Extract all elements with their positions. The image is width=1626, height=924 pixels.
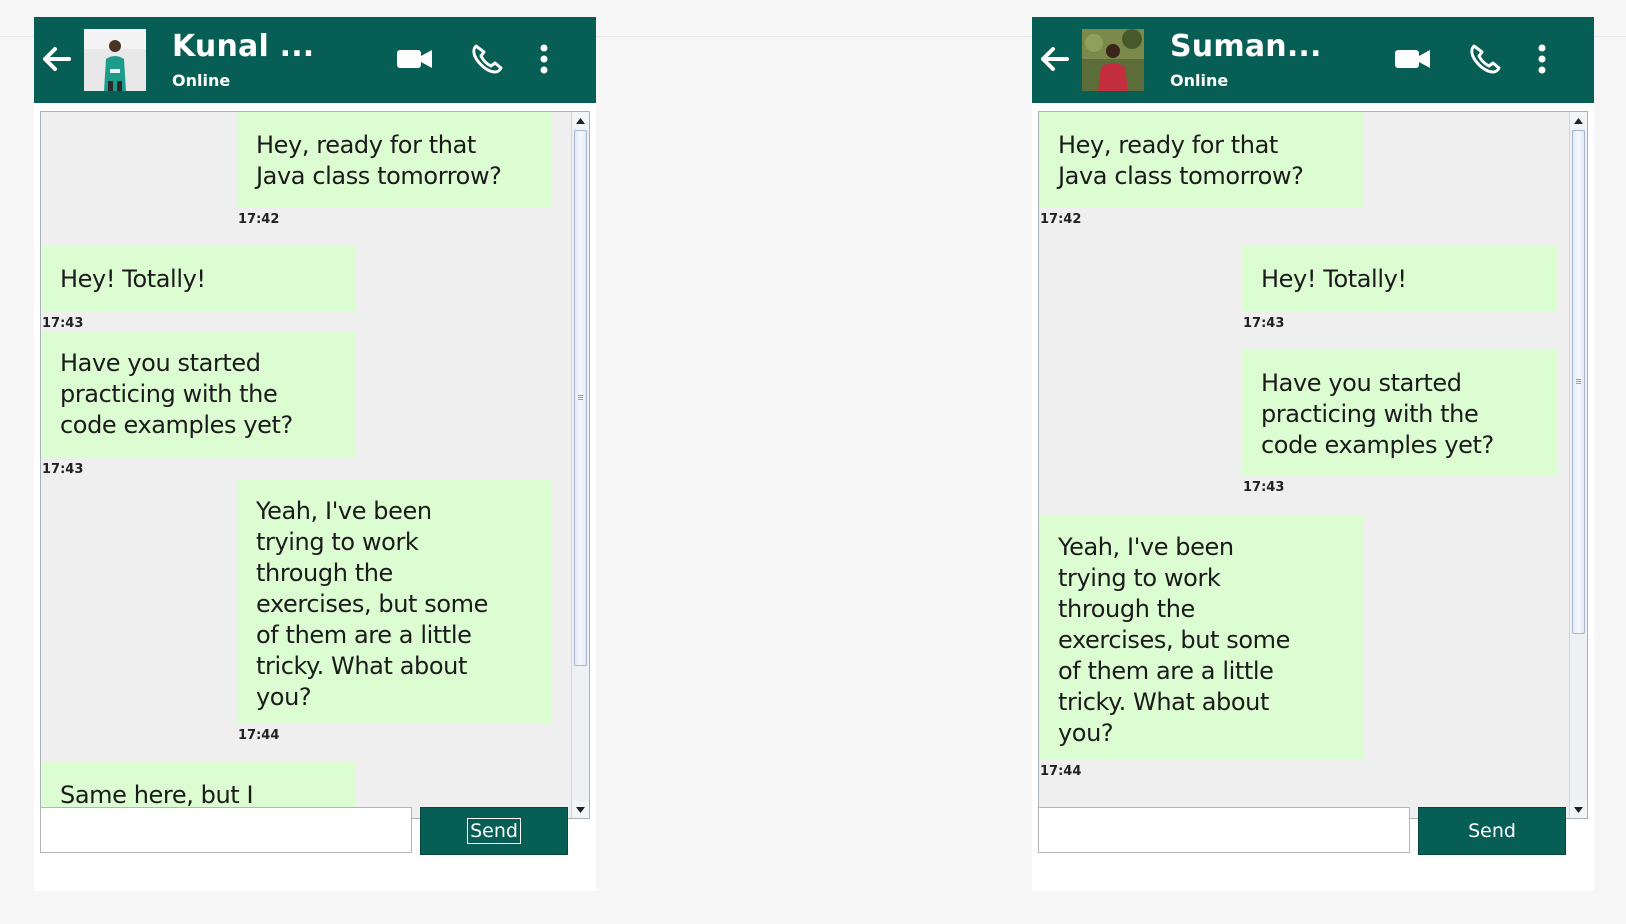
message-time: 17:44 — [238, 728, 280, 743]
message-text: Have you started practicing with the code … — [60, 349, 293, 439]
chat-header: Suman... Online — [1032, 17, 1594, 103]
message-input[interactable] — [1038, 807, 1410, 853]
scrollbar[interactable] — [571, 112, 589, 818]
message-received: Hey, ready for that Java class tomorrow? … — [1039, 112, 1363, 227]
chat-header: Kunal ... Online — [34, 17, 596, 103]
avatar[interactable] — [1082, 29, 1144, 91]
message-bubble: Hey! Totally! — [1242, 246, 1558, 312]
message-received: Hey! Totally! 17:43 — [41, 246, 355, 331]
send-button-label: Send — [467, 818, 521, 844]
message-received: Yeah, I've been trying to work through the… — [1039, 515, 1363, 779]
phone-icon[interactable] — [1468, 41, 1502, 77]
message-time: 17:43 — [42, 462, 84, 477]
contact-name: Kunal ... — [172, 29, 315, 64]
message-text: Yeah, I've been trying to work through the… — [256, 497, 489, 711]
message-bubble: Have you started practicing with the code … — [41, 332, 355, 458]
scroll-up-arrow-icon[interactable] — [1570, 112, 1587, 129]
message-bubble: Hey, ready for that Java class tomorrow? — [1039, 112, 1363, 208]
message-bubble: Hey, ready for that Java class tomorrow? — [237, 112, 551, 208]
message-sent: Yeah, I've been trying to work through the… — [237, 479, 551, 743]
message-list[interactable]: Hey, ready for that Java class tomorrow? … — [1038, 111, 1588, 819]
send-button-label: Send — [1468, 820, 1516, 842]
more-vertical-icon[interactable] — [1534, 41, 1550, 77]
back-arrow-icon[interactable] — [42, 44, 72, 74]
message-received: Have you started practicing with the code … — [41, 332, 355, 477]
scrollbar-thumb[interactable] — [574, 130, 587, 666]
message-time: 17:42 — [1040, 212, 1082, 227]
avatar[interactable] — [84, 29, 146, 91]
video-camera-icon[interactable] — [1394, 41, 1432, 77]
message-time: 17:44 — [1040, 764, 1082, 779]
scroll-up-arrow-icon[interactable] — [572, 112, 589, 129]
message-time: 17:42 — [238, 212, 280, 227]
back-arrow-icon[interactable] — [1040, 44, 1070, 74]
contact-status: Online — [1170, 71, 1229, 90]
message-time: 17:43 — [42, 316, 84, 331]
chat-window-left: Kunal ... Online Hey, ready for that Java… — [34, 17, 596, 891]
more-vertical-icon[interactable] — [536, 41, 552, 77]
message-text: Hey, ready for that Java class tomorrow? — [256, 131, 502, 190]
contact-status: Online — [172, 71, 231, 90]
contact-name: Suman... — [1170, 29, 1322, 64]
message-bubble: Yeah, I've been trying to work through the… — [1039, 515, 1363, 760]
message-text: Yeah, I've been trying to work through the… — [1058, 533, 1291, 747]
message-bubble: Have you started practicing with the code … — [1242, 350, 1558, 476]
message-bubble: Hey! Totally! — [41, 246, 355, 312]
message-sent: Hey! Totally! 17:43 — [1242, 246, 1558, 331]
message-text: Have you started practicing with the code … — [1261, 369, 1494, 459]
message-bubble: Yeah, I've been trying to work through the… — [237, 479, 551, 724]
message-list[interactable]: Hey, ready for that Java class tomorrow? … — [40, 111, 590, 819]
scroll-down-arrow-icon[interactable] — [1570, 801, 1587, 818]
message-text: Same here, but I — [60, 781, 254, 809]
message-input[interactable] — [40, 807, 412, 853]
send-button[interactable]: Send — [420, 807, 568, 855]
message-sent: Hey, ready for that Java class tomorrow? … — [237, 112, 551, 227]
message-text: Hey! Totally! — [60, 265, 206, 293]
send-button[interactable]: Send — [1418, 807, 1566, 855]
scrollbar[interactable] — [1569, 112, 1587, 818]
message-time: 17:43 — [1243, 316, 1285, 331]
phone-icon[interactable] — [470, 41, 504, 77]
message-time: 17:43 — [1243, 480, 1285, 495]
video-camera-icon[interactable] — [396, 41, 434, 77]
scroll-down-arrow-icon[interactable] — [572, 801, 589, 818]
message-text: Hey, ready for that Java class tomorrow? — [1058, 131, 1304, 190]
message-text: Hey! Totally! — [1261, 265, 1407, 293]
message-sent: Have you started practicing with the code … — [1242, 350, 1558, 495]
chat-window-right: Suman... Online Hey, ready for that Java … — [1032, 17, 1594, 891]
scrollbar-thumb[interactable] — [1572, 130, 1585, 634]
